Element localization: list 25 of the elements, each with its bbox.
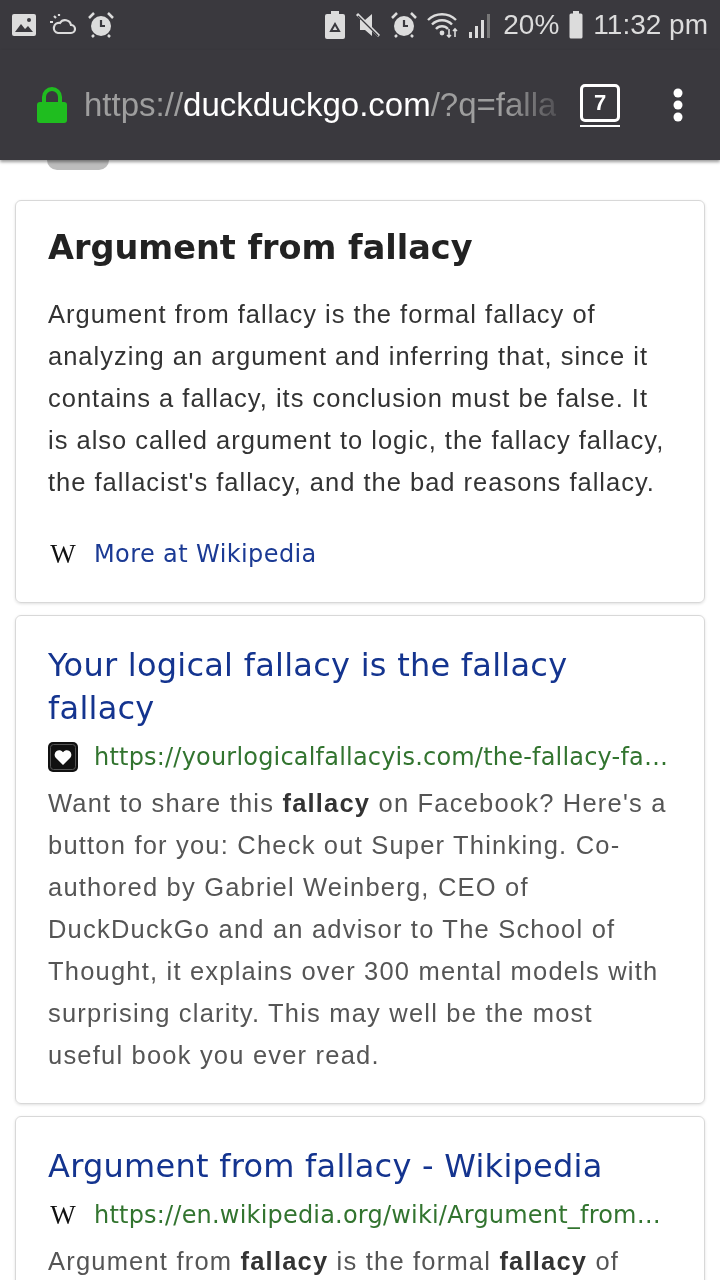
heart-icon [48, 742, 78, 772]
result-url-link[interactable]: https://en.wikipedia.org/wiki/Argument_from… [94, 1200, 661, 1230]
toggle-switch[interactable] [47, 160, 109, 170]
clock-time: 11:32 pm [593, 9, 708, 41]
battery-icon [569, 11, 584, 39]
url-field[interactable]: https://duckduckgo.com/?q=falla [84, 85, 564, 125]
battery-percent: 20% [503, 9, 560, 41]
w-logo-icon: W [48, 539, 78, 569]
image-icon [12, 14, 36, 36]
infobox-description: Argument from fallacy is the formal fallacy of analyzing an argument and inferring that, since it contains a fallacy, its conclusion must be false. It is also called argument to logic, the fallacy fallacy, the fallacist's fallacy, and the bad reasons fallacy. [48, 299, 666, 498]
infobox-title: Argument from fallacy [48, 227, 474, 269]
w-logo-icon: W [48, 1200, 78, 1230]
result-title-link[interactable]: Your logical fallacy is the fallacy fallacy [48, 644, 672, 730]
alarm-clock-icon [88, 12, 114, 38]
wifi-icon [427, 12, 460, 38]
more-menu-icon[interactable] [673, 88, 683, 122]
result-snippet: Want to share this fallacy on Facebook? Here's a button for you: Check out Super Thinking. Co-authored by Gabriel Weinberg, CEO of DuckDuckGo and an advisor to The School of Thought, it explains over 300 mental models with surprising clarity. This may well be the most useful book you ever read. [48, 788, 668, 1071]
result-url-link[interactable]: https://yourlogicalfallacyis.com/the-fallacy-fa… [94, 742, 669, 772]
alarm-clock-icon [391, 12, 418, 38]
mute-icon [355, 12, 382, 38]
source-link[interactable]: More at Wikipedia [94, 539, 317, 569]
result-title-link[interactable]: Argument from fallacy - Wikipedia [48, 1145, 672, 1188]
padlock-icon [37, 87, 67, 123]
result-snippet: Argument from fallacy is the formal fallacy of [48, 1246, 621, 1277]
cloud-sun-icon [48, 13, 76, 37]
